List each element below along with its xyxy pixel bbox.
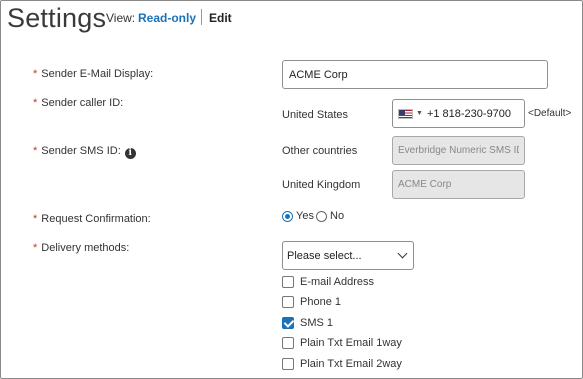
confirmation-no-label: No	[330, 210, 345, 222]
delivery-option-sms-1[interactable]: SMS 1	[282, 317, 333, 329]
delivery-option-label: SMS 1	[300, 317, 334, 329]
required-marker: *	[33, 97, 38, 109]
chevron-down-icon	[397, 248, 408, 259]
view-divider	[201, 9, 202, 25]
delivery-option-phone-1[interactable]: Phone 1	[282, 296, 341, 308]
caller-id-country-label: United States	[282, 109, 349, 121]
sms-other-countries-label: Other countries	[282, 145, 358, 157]
request-confirmation-label: * Request Confirmation:	[33, 213, 151, 225]
default-tag: <Default>	[528, 108, 572, 119]
settings-panel: Settings View: Read-only Edit * Sender E-…	[0, 0, 583, 379]
checkbox-checked[interactable]	[282, 317, 294, 329]
radio-selected-icon[interactable]	[282, 210, 293, 222]
view-edit-link[interactable]: Edit	[209, 11, 232, 25]
delivery-option-plain-txt-1way[interactable]: Plain Txt Email 1way	[282, 337, 402, 349]
delivery-option-email[interactable]: E-mail Address	[282, 276, 374, 288]
view-read-only-link[interactable]: Read-only	[138, 11, 196, 25]
view-label: View:	[106, 11, 136, 25]
checkbox[interactable]	[282, 358, 294, 370]
checkbox[interactable]	[282, 337, 294, 349]
sms-uk-label: United Kingdom	[282, 179, 361, 191]
confirmation-no-radio[interactable]: No	[316, 210, 344, 222]
info-icon[interactable]: i	[124, 148, 136, 159]
sms-other-countries-input: Everbridge Numeric SMS ID	[392, 136, 525, 165]
delivery-option-plain-txt-2way[interactable]: Plain Txt Email 2way	[282, 358, 402, 370]
required-marker: *	[33, 242, 38, 254]
delivery-option-label: Plain Txt Email 1way	[300, 337, 402, 349]
confirmation-yes-radio[interactable]: Yes	[282, 210, 314, 222]
required-marker: *	[33, 145, 38, 157]
sms-uk-input: ACME Corp	[392, 170, 525, 199]
page-title: Settings	[7, 3, 107, 33]
radio-unselected-icon[interactable]	[316, 210, 327, 222]
sender-email-input[interactable]: ACME Corp	[282, 60, 548, 89]
sms-uk-value: ACME Corp	[398, 179, 452, 190]
sender-email-label: * Sender E-Mail Display:	[33, 68, 154, 80]
sender-email-value: ACME Corp	[289, 68, 348, 81]
checkbox[interactable]	[282, 296, 294, 308]
delivery-option-label: Plain Txt Email 2way	[300, 358, 402, 370]
delivery-methods-placeholder: Please select...	[287, 249, 362, 262]
delivery-option-label: Phone 1	[300, 296, 341, 308]
required-marker: *	[33, 213, 38, 225]
us-flag-icon[interactable]	[398, 108, 413, 119]
checkbox[interactable]	[282, 276, 294, 288]
delivery-option-label: E-mail Address	[300, 276, 374, 288]
required-marker: *	[33, 68, 38, 80]
confirmation-yes-label: Yes	[296, 210, 314, 222]
caller-id-phone-value: +1 818-230-9700	[426, 107, 512, 120]
delivery-methods-select[interactable]: Please select...	[282, 241, 414, 270]
sender-sms-id-label: * Sender SMS ID: i	[33, 145, 136, 159]
caret-down-icon[interactable]: ▼	[416, 110, 423, 117]
delivery-methods-label: * Delivery methods:	[33, 242, 130, 254]
sender-caller-id-label: * Sender caller ID:	[33, 97, 124, 109]
sms-other-countries-value: Everbridge Numeric SMS ID	[398, 145, 519, 156]
caller-id-phone-input[interactable]: ▼ +1 818-230-9700	[392, 99, 525, 128]
